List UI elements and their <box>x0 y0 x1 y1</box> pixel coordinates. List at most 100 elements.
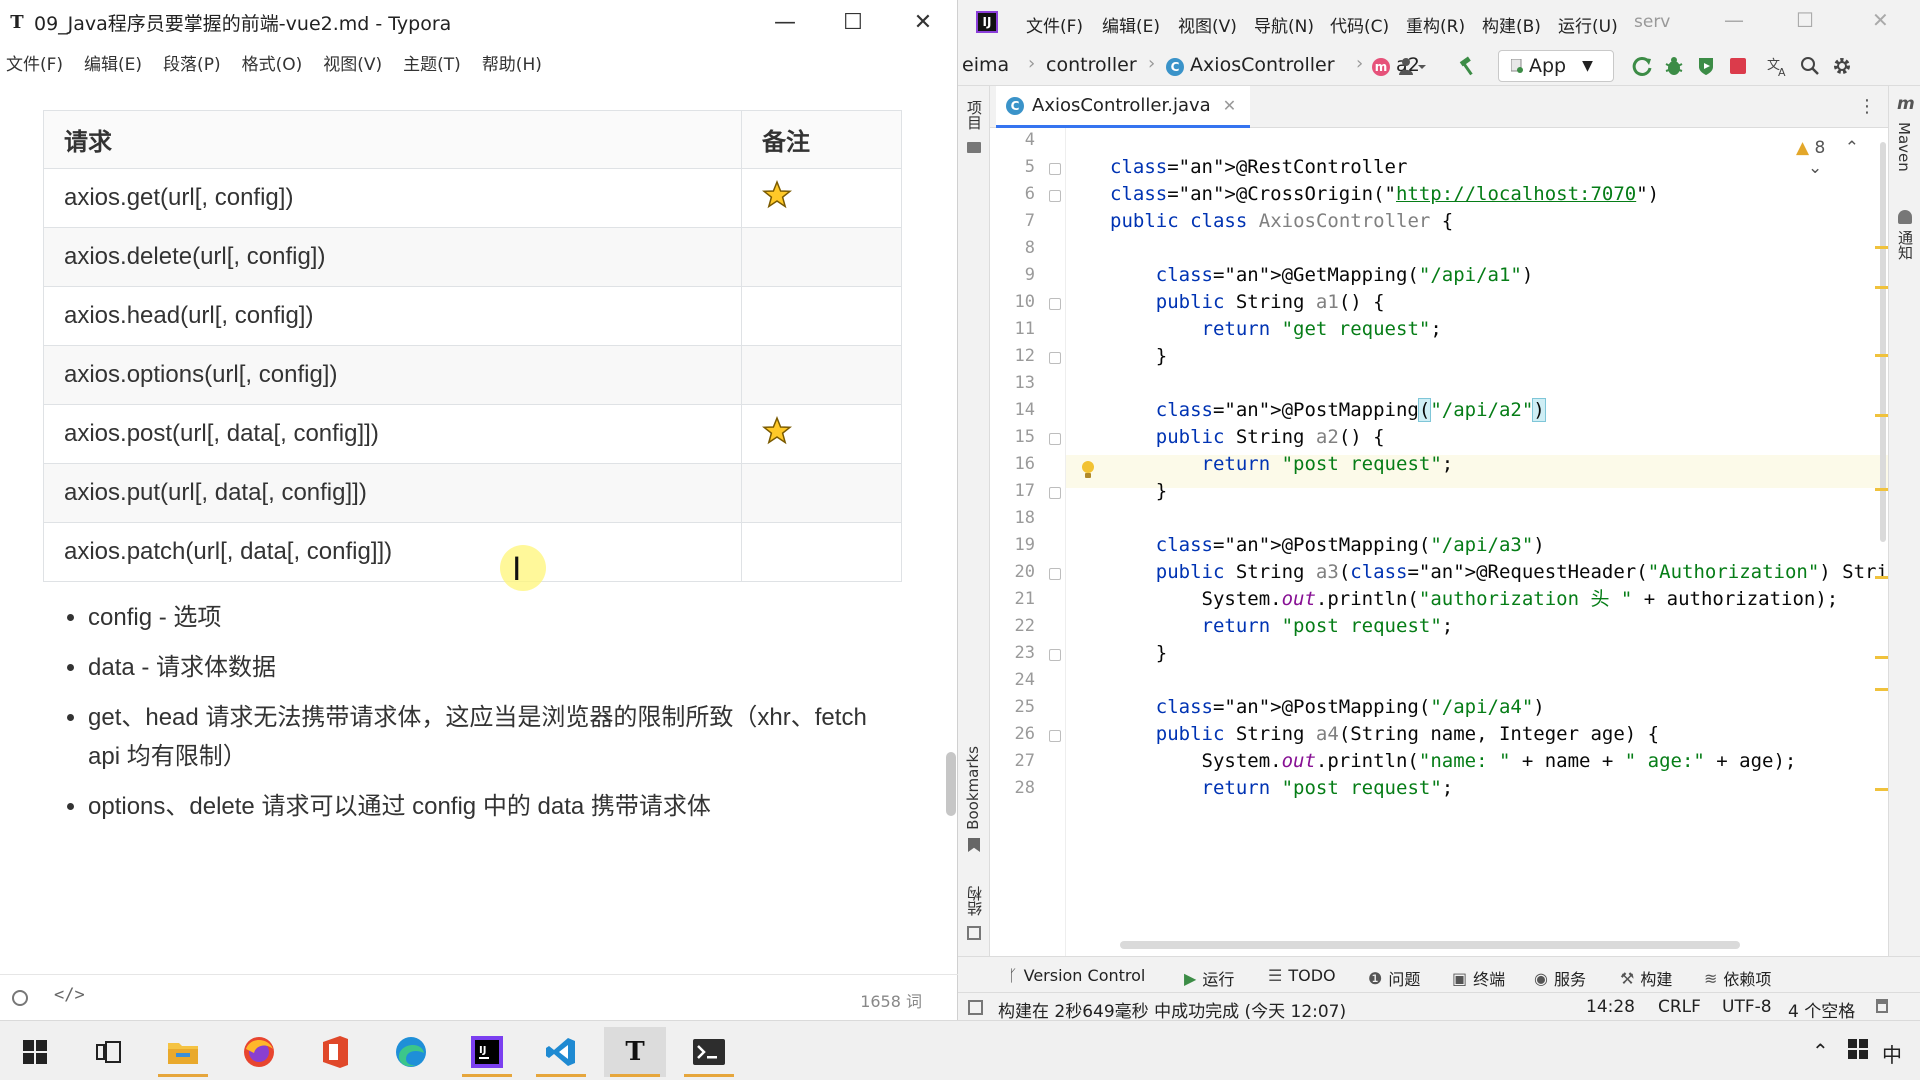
task-view-icon[interactable] <box>78 1027 140 1077</box>
line-number[interactable]: 15 <box>990 427 1035 447</box>
file-explorer-icon[interactable] <box>152 1027 214 1077</box>
code-line[interactable]: public String a1() { <box>1110 289 1385 316</box>
ij-titlebar[interactable]: IJ 文件(F) 编辑(E) 视图(V) 导航(N) 代码(C) 重构(R) 构… <box>958 0 1920 44</box>
tool-problems[interactable]: ❶ 问题 <box>1368 966 1420 990</box>
fold-marker-icon[interactable] <box>1049 190 1061 202</box>
line-number[interactable]: 28 <box>990 778 1035 798</box>
code-line[interactable]: } <box>1110 343 1167 370</box>
editor-vertical-scrollbar[interactable] <box>1880 142 1886 542</box>
list-item[interactable]: options、delete 请求可以通过 config 中的 data 携带请… <box>88 787 900 826</box>
warning-marker[interactable] <box>1875 414 1888 417</box>
chevron-up-icon[interactable]: ⌃ <box>1845 138 1859 158</box>
maximize-icon[interactable]: ☐ <box>818 0 888 44</box>
warning-marker[interactable] <box>1875 576 1888 579</box>
code-line[interactable]: public class AxiosController { <box>1110 208 1453 235</box>
line-number[interactable]: 9 <box>990 265 1035 285</box>
menu-paragraph[interactable]: 段落(P) <box>163 50 221 75</box>
tool-notifications[interactable]: 通知 <box>1895 230 1916 260</box>
fold-marker-icon[interactable] <box>1049 730 1061 742</box>
line-number[interactable]: 8 <box>990 238 1035 258</box>
list-item[interactable]: data - 请求体数据 <box>88 648 900 687</box>
ime-indicator[interactable]: 中 <box>1882 1039 1902 1068</box>
line-number[interactable]: 22 <box>990 616 1035 636</box>
fold-marker-icon[interactable] <box>1049 163 1061 175</box>
fold-marker-icon[interactable] <box>1049 352 1061 364</box>
file-encoding[interactable]: UTF-8 <box>1722 997 1772 1017</box>
structure-icon[interactable] <box>967 926 981 940</box>
edge-icon[interactable] <box>380 1027 442 1077</box>
table-header-note[interactable]: 备注 <box>741 110 902 169</box>
ij-minimize-icon[interactable]: — <box>1724 8 1744 32</box>
tool-version-control[interactable]: ᚴ Version Control <box>1008 966 1145 985</box>
document-area[interactable]: 请求 备注 axios.get(url[, config]) axios.dele… <box>0 80 940 974</box>
note-cell[interactable] <box>741 227 902 287</box>
request-method-cell[interactable]: axios.options(url[, config]) <box>43 345 742 405</box>
ij-menu-edit[interactable]: 编辑(E) <box>1102 12 1160 37</box>
coverage-icon[interactable] <box>1694 54 1718 78</box>
ij-menu-run[interactable]: 运行(U) <box>1558 12 1618 37</box>
tray-app-icon[interactable] <box>1848 1039 1868 1064</box>
note-cell[interactable] <box>741 404 902 464</box>
tool-project[interactable]: 项目 <box>964 100 985 130</box>
table-row[interactable]: axios.get(url[, config]) <box>43 168 902 228</box>
table-row[interactable]: axios.patch(url[, data[, config]]) <box>43 522 902 582</box>
list-item[interactable]: get、head 请求无法携带请求体，这应当是浏览器的限制所致（xhr、fetc… <box>88 698 900 776</box>
warning-marker[interactable] <box>1875 656 1888 659</box>
note-cell[interactable] <box>741 463 902 523</box>
note-cell[interactable] <box>741 345 902 405</box>
status-message[interactable]: 构建在 2秒649毫秒 中成功完成 (今天 12:07) <box>998 997 1346 1022</box>
code-line[interactable]: return "post request"; <box>1110 775 1454 802</box>
lock-icon[interactable] <box>1876 999 1888 1013</box>
request-method-cell[interactable]: axios.patch(url[, data[, config]]) <box>43 522 742 582</box>
table-row[interactable]: axios.delete(url[, config]) <box>43 227 902 287</box>
bell-icon[interactable] <box>1898 210 1912 224</box>
code-line[interactable]: public String a3(class="an">@RequestHead… <box>1110 559 1888 586</box>
minimize-icon[interactable]: — <box>750 0 820 44</box>
office-icon[interactable] <box>304 1027 366 1077</box>
tray-expand-icon[interactable]: ⌃ <box>1812 1039 1829 1063</box>
build-hammer-icon[interactable] <box>1456 54 1480 78</box>
warnings-indicator[interactable]: ▲ 8 ⌃ ⌄ <box>1796 138 1888 178</box>
table-row[interactable]: axios.put(url[, data[, config]]) <box>43 463 902 523</box>
line-separator[interactable]: CRLF <box>1658 997 1701 1017</box>
line-number[interactable]: 4 <box>990 130 1035 150</box>
maven-icon[interactable]: m <box>1897 94 1915 114</box>
user-icon[interactable] <box>1392 54 1432 78</box>
run-configuration-select[interactable]: App ▼ <box>1498 50 1614 82</box>
menu-edit[interactable]: 编辑(E) <box>84 50 142 75</box>
line-number[interactable]: 11 <box>990 319 1035 339</box>
line-number[interactable]: 6 <box>990 184 1035 204</box>
code-line[interactable]: public String a4(String name, Integer ag… <box>1110 721 1659 748</box>
close-icon[interactable]: ✕ <box>888 0 958 44</box>
code-line[interactable]: return "post request"; <box>1110 613 1454 640</box>
code-line[interactable]: return "post request"; <box>1110 451 1454 478</box>
table-row[interactable]: axios.head(url[, config]) <box>43 286 902 346</box>
request-method-cell[interactable]: axios.get(url[, config]) <box>43 168 742 228</box>
code-line[interactable]: class="an">@RestController <box>1110 154 1407 181</box>
source-mode-toggle[interactable]: </> <box>54 985 85 1005</box>
fold-marker-icon[interactable] <box>1049 487 1061 499</box>
ij-menu-code[interactable]: 代码(C) <box>1330 12 1389 37</box>
code-line[interactable]: class="an">@PostMapping("/api/a2") <box>1110 397 1546 424</box>
menu-view[interactable]: 视图(V) <box>323 50 382 75</box>
code-editor[interactable]: 4 5 6 7 8 9 10 11 12 13 14 15 16 17 18 19 20 21 22 23 24 25 26… <box>990 128 1888 956</box>
folder-icon[interactable] <box>967 142 981 153</box>
warning-marker[interactable] <box>1875 788 1888 791</box>
request-method-cell[interactable]: axios.post(url[, data[, config]]) <box>43 404 742 464</box>
menu-help[interactable]: 帮助(H) <box>482 50 542 75</box>
request-method-cell[interactable]: axios.delete(url[, config]) <box>43 227 742 287</box>
chevron-down-icon[interactable]: ⌄ <box>1808 158 1822 178</box>
note-cell[interactable] <box>741 522 902 582</box>
line-number[interactable]: 7 <box>990 211 1035 231</box>
editor-horizontal-scrollbar[interactable] <box>1120 941 1740 949</box>
code-line[interactable]: public String a2() { <box>1110 424 1385 451</box>
line-number[interactable]: 18 <box>990 508 1035 528</box>
tool-terminal[interactable]: ▣ 终端 <box>1452 966 1505 990</box>
word-count[interactable]: 1658 词 <box>860 988 922 1012</box>
terminal-icon[interactable] <box>678 1027 740 1077</box>
outline-toggle-icon[interactable] <box>12 990 28 1006</box>
table-row[interactable]: axios.post(url[, data[, config]]) <box>43 404 902 464</box>
ij-menu-file[interactable]: 文件(F) <box>1026 12 1083 37</box>
tool-structure[interactable]: 结构 <box>964 886 985 916</box>
code-line[interactable]: } <box>1110 640 1167 667</box>
